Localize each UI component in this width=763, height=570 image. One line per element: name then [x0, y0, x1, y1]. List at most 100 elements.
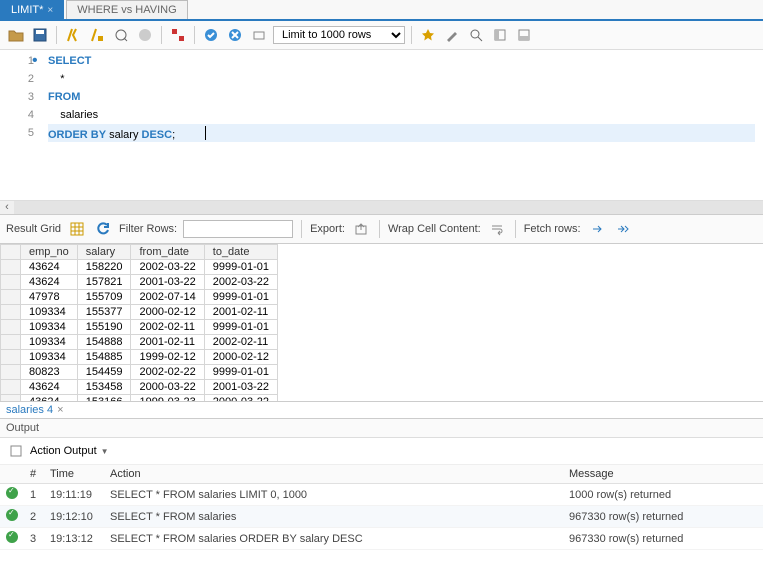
cell[interactable]: 1999-02-12	[131, 350, 204, 365]
favorite-icon[interactable]	[418, 25, 438, 45]
cell[interactable]: 153166	[77, 395, 131, 403]
column-header[interactable]: to_date	[204, 245, 277, 260]
action-row[interactable]: 319:13:12SELECT * FROM salaries ORDER BY…	[0, 528, 763, 550]
row-selector[interactable]	[1, 305, 21, 320]
cell[interactable]: 9999-01-01	[204, 320, 277, 335]
cell[interactable]: 2001-03-22	[204, 380, 277, 395]
row-limit-select[interactable]: Limit to 1000 rows	[273, 26, 405, 44]
explain-icon[interactable]	[111, 25, 131, 45]
execute-step-icon[interactable]	[87, 25, 107, 45]
wrap-icon[interactable]	[487, 219, 507, 239]
fetch-next-icon[interactable]	[587, 219, 607, 239]
stop-icon[interactable]	[135, 25, 155, 45]
row-selector[interactable]	[1, 365, 21, 380]
result-tab-label[interactable]: salaries 4	[6, 404, 53, 416]
cell[interactable]: 47978	[21, 290, 78, 305]
open-icon[interactable]	[6, 25, 26, 45]
close-icon[interactable]: ×	[47, 5, 53, 16]
cell[interactable]: 154459	[77, 365, 131, 380]
cell[interactable]: 2000-03-22	[204, 395, 277, 403]
output-mode-label[interactable]: Action Output	[30, 445, 97, 457]
cell[interactable]: 2002-03-22	[131, 260, 204, 275]
cell[interactable]: 109334	[21, 320, 78, 335]
cell[interactable]: 1999-03-23	[131, 395, 204, 403]
cell[interactable]: 155377	[77, 305, 131, 320]
cell[interactable]: 153458	[77, 380, 131, 395]
result-grid[interactable]: emp_nosalaryfrom_dateto_date436241582202…	[0, 244, 763, 402]
cell[interactable]: 154885	[77, 350, 131, 365]
cell[interactable]: 43624	[21, 260, 78, 275]
column-header[interactable]: from_date	[131, 245, 204, 260]
table-row[interactable]: 436241582202002-03-229999-01-01	[1, 260, 278, 275]
search-icon[interactable]	[466, 25, 486, 45]
cell[interactable]: 43624	[21, 380, 78, 395]
cell[interactable]: 2000-03-22	[131, 380, 204, 395]
table-row[interactable]: 1093341553772000-02-122001-02-11	[1, 305, 278, 320]
refresh-icon[interactable]	[93, 219, 113, 239]
cell[interactable]: 9999-01-01	[204, 290, 277, 305]
commit-icon[interactable]	[201, 25, 221, 45]
row-selector[interactable]	[1, 395, 21, 403]
cell[interactable]: 9999-01-01	[204, 365, 277, 380]
table-row[interactable]: 436241534582000-03-222001-03-22	[1, 380, 278, 395]
table-row[interactable]: 436241578212001-03-222002-03-22	[1, 275, 278, 290]
table-row[interactable]: 1093341551902002-02-119999-01-01	[1, 320, 278, 335]
row-selector[interactable]	[1, 260, 21, 275]
table-row[interactable]: 1093341548882001-02-112002-02-11	[1, 335, 278, 350]
cell[interactable]: 109334	[21, 305, 78, 320]
save-icon[interactable]	[30, 25, 50, 45]
cell[interactable]: 9999-01-01	[204, 260, 277, 275]
filter-rows-input[interactable]	[183, 220, 293, 238]
cell[interactable]: 157821	[77, 275, 131, 290]
scroll-left-icon[interactable]: ‹	[0, 201, 14, 214]
cell[interactable]: 43624	[21, 275, 78, 290]
cell[interactable]: 2002-07-14	[131, 290, 204, 305]
cell[interactable]: 2000-02-12	[204, 350, 277, 365]
action-row[interactable]: 219:12:10SELECT * FROM salaries967330 ro…	[0, 506, 763, 528]
export-icon[interactable]	[351, 219, 371, 239]
fetch-all-icon[interactable]	[613, 219, 633, 239]
row-selector[interactable]	[1, 350, 21, 365]
cell[interactable]: 2002-02-11	[204, 335, 277, 350]
execute-icon[interactable]	[63, 25, 83, 45]
chevron-down-icon[interactable]: ▼	[101, 447, 109, 456]
row-selector[interactable]	[1, 275, 21, 290]
row-selector[interactable]	[1, 290, 21, 305]
grid-view-icon[interactable]	[67, 219, 87, 239]
column-header[interactable]: emp_no	[21, 245, 78, 260]
row-selector[interactable]	[1, 380, 21, 395]
cell[interactable]: 80823	[21, 365, 78, 380]
cell[interactable]: 2001-02-11	[131, 335, 204, 350]
cell[interactable]: 155709	[77, 290, 131, 305]
beautify-icon[interactable]	[442, 25, 462, 45]
tab-where-vs-having[interactable]: WHERE vs HAVING	[66, 0, 187, 19]
cell[interactable]: 2002-02-11	[131, 320, 204, 335]
scroll-track[interactable]	[14, 201, 763, 214]
rollback-icon[interactable]	[225, 25, 245, 45]
cell[interactable]: 2000-02-12	[131, 305, 204, 320]
table-row[interactable]: 808231544592002-02-229999-01-01	[1, 365, 278, 380]
table-row[interactable]: 436241531661999-03-232000-03-22	[1, 395, 278, 403]
table-row[interactable]: 479781557092002-07-149999-01-01	[1, 290, 278, 305]
cell[interactable]: 2001-03-22	[131, 275, 204, 290]
code-content[interactable]: •SELECT *FROM salariesORDER BY salary DE…	[40, 50, 763, 200]
sql-editor[interactable]: 12345 •SELECT *FROM salariesORDER BY sal…	[0, 50, 763, 200]
action-output-table[interactable]: #TimeActionMessage119:11:19SELECT * FROM…	[0, 465, 763, 550]
cell[interactable]: 2002-02-22	[131, 365, 204, 380]
cell[interactable]: 154888	[77, 335, 131, 350]
output-mode-icon[interactable]	[6, 441, 26, 461]
row-selector[interactable]	[1, 320, 21, 335]
cell[interactable]: 2002-03-22	[204, 275, 277, 290]
table-row[interactable]: 1093341548851999-02-122000-02-12	[1, 350, 278, 365]
cell[interactable]: 2001-02-11	[204, 305, 277, 320]
close-icon[interactable]: ×	[57, 404, 63, 416]
cell[interactable]: 109334	[21, 335, 78, 350]
autocommit-icon[interactable]	[249, 25, 269, 45]
result-table[interactable]: emp_nosalaryfrom_dateto_date436241582202…	[0, 244, 278, 402]
column-header[interactable]: salary	[77, 245, 131, 260]
panel-toggle-1-icon[interactable]	[490, 25, 510, 45]
cell[interactable]: 109334	[21, 350, 78, 365]
cell[interactable]: 155190	[77, 320, 131, 335]
tab-limit[interactable]: LIMIT* ×	[0, 0, 64, 19]
cell[interactable]: 158220	[77, 260, 131, 275]
